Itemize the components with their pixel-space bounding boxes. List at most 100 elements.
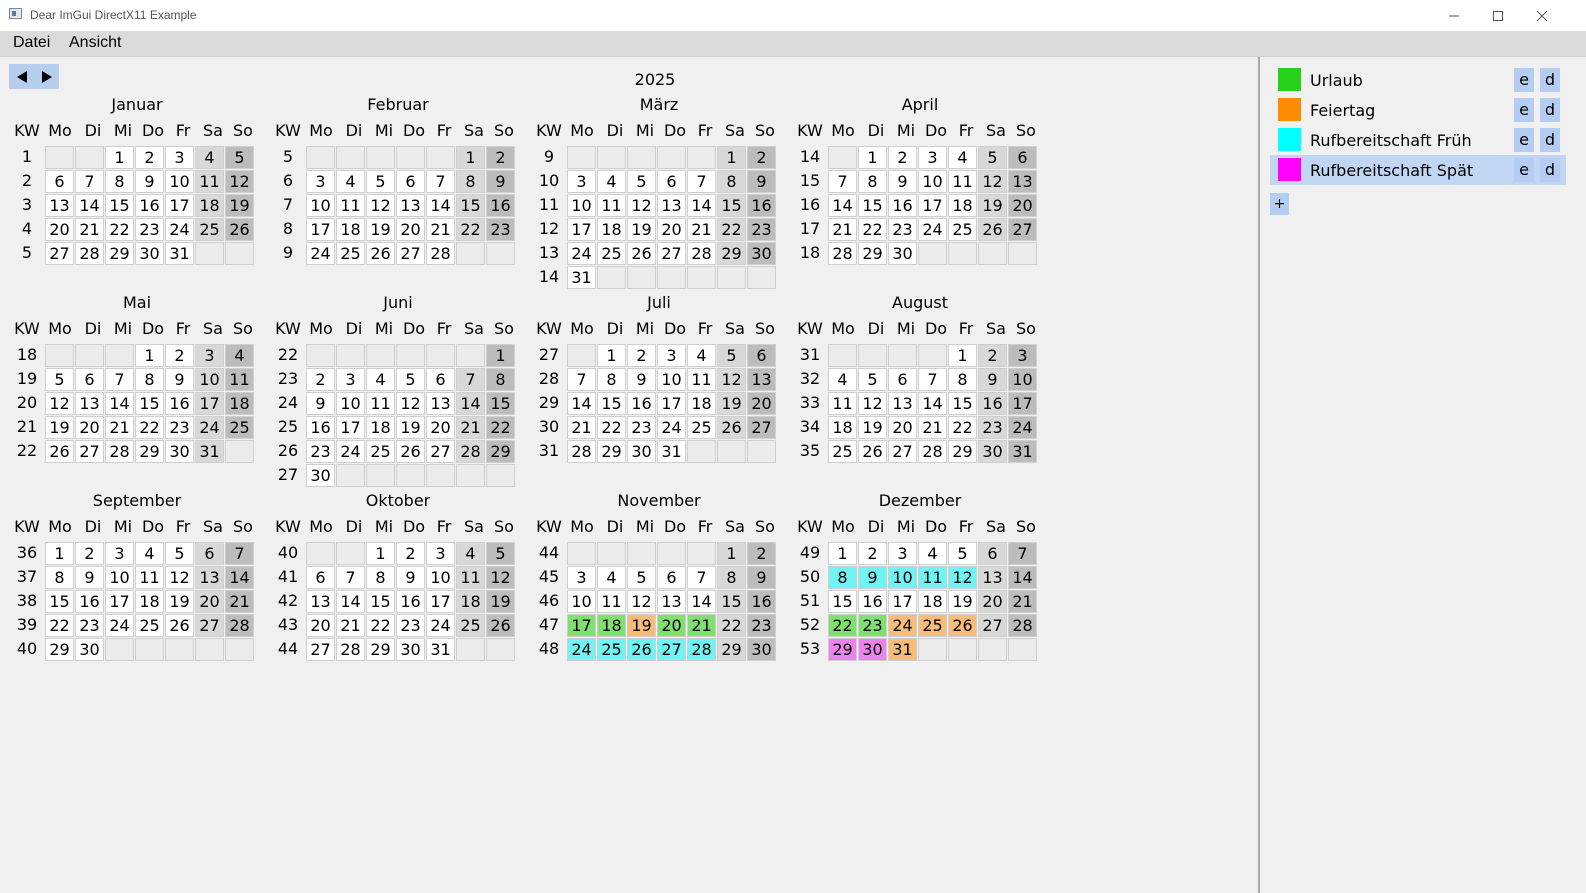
day-cell[interactable]: 22 xyxy=(456,218,485,241)
menu-datei[interactable]: Datei xyxy=(13,34,50,52)
day-cell[interactable]: 27 xyxy=(1008,218,1037,241)
day-cell[interactable]: 8 xyxy=(135,368,164,391)
day-cell[interactable]: 12 xyxy=(717,368,746,391)
day-cell[interactable]: 28 xyxy=(426,242,455,265)
day-cell[interactable]: 30 xyxy=(135,242,164,265)
day-cell[interactable]: 11 xyxy=(948,170,977,193)
day-cell[interactable]: 19 xyxy=(717,392,746,415)
day-cell[interactable]: 27 xyxy=(657,242,686,265)
day-cell[interactable]: 23 xyxy=(627,416,656,439)
day-cell[interactable]: 22 xyxy=(717,614,746,637)
day-cell[interactable]: 8 xyxy=(948,368,977,391)
day-cell[interactable]: 19 xyxy=(396,416,425,439)
day-cell[interactable]: 29 xyxy=(366,638,395,661)
day-cell[interactable]: 23 xyxy=(486,218,515,241)
day-cell[interactable]: 26 xyxy=(858,440,887,463)
day-cell[interactable]: 11 xyxy=(597,590,626,613)
day-cell[interactable]: 15 xyxy=(717,590,746,613)
day-cell[interactable]: 28 xyxy=(918,440,947,463)
day-cell[interactable]: 22 xyxy=(366,614,395,637)
day-cell[interactable]: 20 xyxy=(1008,194,1037,217)
day-cell[interactable]: 3 xyxy=(918,146,947,169)
day-cell[interactable]: 27 xyxy=(978,614,1007,637)
day-cell[interactable]: 19 xyxy=(858,416,887,439)
day-cell[interactable]: 17 xyxy=(306,218,335,241)
day-cell[interactable]: 31 xyxy=(195,440,224,463)
day-cell[interactable]: 16 xyxy=(135,194,164,217)
day-cell[interactable]: 17 xyxy=(105,590,134,613)
add-category-button[interactable]: + xyxy=(1270,193,1289,215)
day-cell[interactable]: 22 xyxy=(858,218,887,241)
day-cell[interactable]: 15 xyxy=(45,590,74,613)
day-cell[interactable]: 2 xyxy=(627,344,656,367)
day-cell[interactable]: 13 xyxy=(978,566,1007,589)
day-cell[interactable]: 4 xyxy=(225,344,254,367)
day-cell[interactable]: 3 xyxy=(165,146,194,169)
day-cell[interactable]: 25 xyxy=(135,614,164,637)
edit-category-button[interactable]: e xyxy=(1514,98,1534,122)
day-cell[interactable]: 7 xyxy=(75,170,104,193)
day-cell[interactable]: 29 xyxy=(858,242,887,265)
day-cell[interactable]: 7 xyxy=(225,542,254,565)
day-cell[interactable]: 11 xyxy=(366,392,395,415)
day-cell[interactable]: 14 xyxy=(225,566,254,589)
day-cell[interactable]: 1 xyxy=(135,344,164,367)
day-cell[interactable]: 27 xyxy=(888,440,917,463)
day-cell[interactable]: 6 xyxy=(75,368,104,391)
day-cell[interactable]: 23 xyxy=(747,614,776,637)
day-cell[interactable]: 26 xyxy=(948,614,977,637)
day-cell[interactable]: 31 xyxy=(888,638,917,661)
edit-category-button[interactable]: e xyxy=(1514,128,1534,152)
day-cell[interactable]: 23 xyxy=(306,440,335,463)
day-cell[interactable]: 24 xyxy=(567,638,596,661)
day-cell[interactable]: 18 xyxy=(687,392,716,415)
day-cell[interactable]: 14 xyxy=(456,392,485,415)
day-cell[interactable]: 2 xyxy=(747,146,776,169)
day-cell[interactable]: 10 xyxy=(567,194,596,217)
day-cell[interactable]: 30 xyxy=(627,440,656,463)
day-cell[interactable]: 6 xyxy=(888,368,917,391)
day-cell[interactable]: 16 xyxy=(396,590,425,613)
day-cell[interactable]: 16 xyxy=(306,416,335,439)
day-cell[interactable]: 18 xyxy=(225,392,254,415)
day-cell[interactable]: 12 xyxy=(858,392,887,415)
day-cell[interactable]: 4 xyxy=(828,368,857,391)
day-cell[interactable]: 30 xyxy=(747,242,776,265)
day-cell[interactable]: 23 xyxy=(396,614,425,637)
day-cell[interactable]: 13 xyxy=(195,566,224,589)
day-cell[interactable]: 7 xyxy=(1008,542,1037,565)
day-cell[interactable]: 26 xyxy=(45,440,74,463)
day-cell[interactable]: 20 xyxy=(306,614,335,637)
legend-item[interactable]: Urlaub e d xyxy=(1270,65,1566,95)
day-cell[interactable]: 10 xyxy=(918,170,947,193)
day-cell[interactable]: 11 xyxy=(135,566,164,589)
day-cell[interactable]: 8 xyxy=(456,170,485,193)
day-cell[interactable]: 2 xyxy=(747,542,776,565)
day-cell[interactable]: 13 xyxy=(396,194,425,217)
day-cell[interactable]: 2 xyxy=(135,146,164,169)
day-cell[interactable]: 28 xyxy=(1008,614,1037,637)
day-cell[interactable]: 5 xyxy=(396,368,425,391)
day-cell[interactable]: 3 xyxy=(336,368,365,391)
day-cell[interactable]: 24 xyxy=(336,440,365,463)
day-cell[interactable]: 18 xyxy=(366,416,395,439)
day-cell[interactable]: 8 xyxy=(486,368,515,391)
day-cell[interactable]: 11 xyxy=(225,368,254,391)
day-cell[interactable]: 22 xyxy=(45,614,74,637)
day-cell[interactable]: 21 xyxy=(336,614,365,637)
day-cell[interactable]: 13 xyxy=(888,392,917,415)
day-cell[interactable]: 14 xyxy=(426,194,455,217)
day-cell[interactable]: 17 xyxy=(336,416,365,439)
day-cell[interactable]: 24 xyxy=(165,218,194,241)
day-cell[interactable]: 12 xyxy=(225,170,254,193)
day-cell[interactable]: 24 xyxy=(195,416,224,439)
day-cell[interactable]: 6 xyxy=(306,566,335,589)
day-cell[interactable]: 3 xyxy=(567,566,596,589)
day-cell[interactable]: 23 xyxy=(135,218,164,241)
day-cell[interactable]: 28 xyxy=(687,638,716,661)
day-cell[interactable]: 8 xyxy=(717,170,746,193)
day-cell[interactable]: 18 xyxy=(597,218,626,241)
day-cell[interactable]: 28 xyxy=(105,440,134,463)
day-cell[interactable]: 24 xyxy=(1008,416,1037,439)
day-cell[interactable]: 8 xyxy=(597,368,626,391)
